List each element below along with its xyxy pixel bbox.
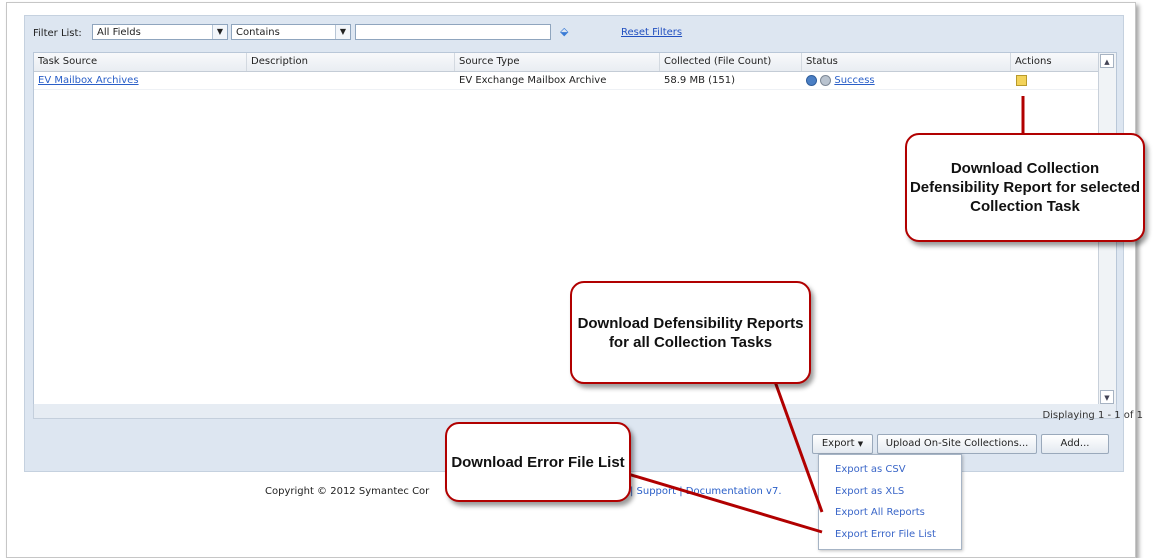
callout-collection-report: Download Collection Defensibility Report… bbox=[905, 133, 1145, 242]
callout-error-file-list: Download Error File List bbox=[445, 422, 631, 502]
callout-all-reports: Download Defensibility Reports for all C… bbox=[570, 281, 811, 384]
